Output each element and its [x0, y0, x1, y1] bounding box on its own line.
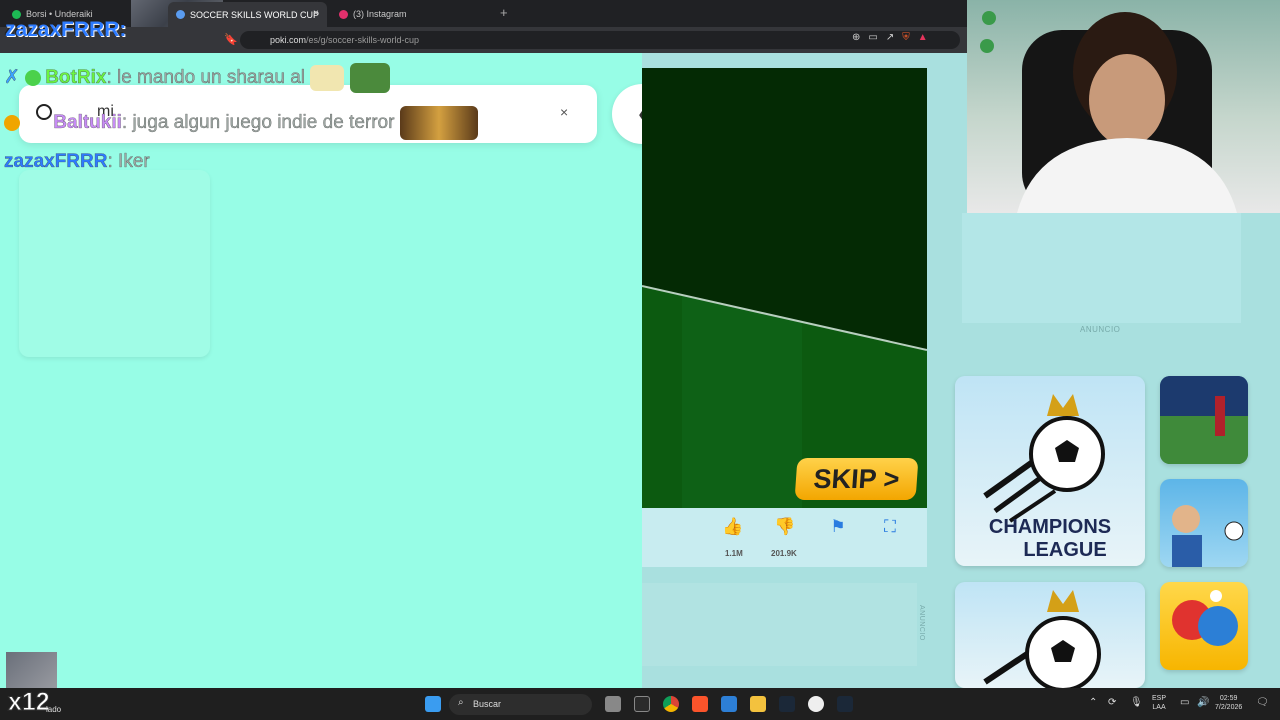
soccer-ball-icon-2 [983, 590, 1101, 688]
clock[interactable]: 02:59 7/2/2026 [1215, 694, 1242, 712]
brave-rewards-icon[interactable]: ▲ [918, 32, 928, 43]
game-card-placeholder[interactable] [19, 170, 210, 357]
tab-label-soccer: SOCCER SKILLS WORLD CUP [190, 9, 320, 20]
obs-icon[interactable] [808, 696, 824, 712]
chat-username: Baltukii [53, 112, 122, 134]
game-tile-penalty[interactable] [1160, 479, 1248, 567]
clock-time: 02:59 [1219, 695, 1238, 702]
chat-message-zazax: zazaxFRRR: Iker [4, 151, 150, 173]
new-tab-button[interactable]: + [500, 5, 508, 20]
streamer-silhouette [980, 11, 1237, 213]
ad-slot-bottom[interactable] [642, 583, 917, 666]
taskbar-search[interactable]: Buscar [449, 694, 592, 715]
instagram-icon [339, 9, 348, 19]
thumbs-down-icon[interactable]: 👎 [770, 517, 800, 537]
store-icon[interactable] [721, 696, 737, 712]
like-count: 1.1M [725, 549, 743, 558]
zoom-icon[interactable]: ⊕ [852, 32, 860, 43]
clock-date: 7/2/2026 [1215, 704, 1243, 711]
skip-ad-button[interactable]: SKIP > [794, 458, 919, 500]
file-explorer-icon[interactable] [750, 696, 766, 712]
volume-icon[interactable]: 🔊 [1197, 697, 1209, 708]
steam-icon[interactable] [779, 696, 795, 712]
url-path: /es/g/soccer-skills-world-cup [306, 35, 420, 45]
chat-message-baltukii: Baltukii: juga algun juego indie de terr… [4, 106, 478, 140]
sync-icon[interactable]: ⟳ [1108, 697, 1116, 708]
notifications-icon[interactable]: 🗨 [1256, 697, 1269, 708]
share-icon[interactable]: ↗ [886, 32, 894, 43]
url-host: poki.com [270, 35, 307, 45]
game-field-graphic [642, 68, 927, 508]
poki-tab-icon [176, 10, 185, 19]
webcam-feed [967, 0, 1280, 213]
chat-text: : le mando un sharau al [106, 67, 306, 89]
brave-icon[interactable] [692, 696, 708, 712]
tab-soccer-skills[interactable]: SOCCER SKILLS WORLD CUP [168, 2, 328, 27]
game-canvas[interactable] [642, 68, 927, 508]
game-tile-freekick[interactable] [1160, 376, 1248, 464]
fullscreen-icon[interactable]: ⛶ [875, 517, 905, 537]
game-tile-champions-league[interactable]: CHAMPIONS LEAGUE [955, 376, 1145, 566]
chat-message-botrix: ✗ BotRix: le mando un sharau al [4, 63, 390, 93]
tab-instagram[interactable]: (3) Instagram [339, 4, 407, 24]
brave-shield-icon[interactable]: ⛨ [902, 32, 910, 43]
frog-emote-icon [349, 63, 390, 93]
tray-chevron-icon[interactable]: ⌃ [1089, 697, 1097, 708]
game-tile-soccer-2[interactable] [955, 582, 1145, 688]
thumbs-up-icon[interactable]: 👍 [718, 517, 748, 537]
lang-line1: ESP [1152, 695, 1167, 702]
search-placeholder: Buscar [473, 699, 502, 709]
cast-icon[interactable]: ▭ [868, 32, 877, 43]
overlay-thumbnail [6, 652, 57, 692]
chat-username: BotRix [45, 67, 107, 89]
notification-close-button[interactable]: × [560, 104, 568, 120]
language-indicator[interactable]: ESP LAA [1152, 694, 1166, 712]
address-bar-row: 🔖 poki.com/es/g/soccer-skills-world-cup … [0, 27, 967, 53]
sub-badge-icon [4, 115, 20, 131]
ping-pong-icon [1172, 590, 1238, 646]
steam-icon-2[interactable] [837, 696, 853, 712]
flag-icon[interactable]: ⚑ [823, 517, 853, 537]
overlay-caption: lado [46, 705, 62, 714]
windows-start-icon[interactable] [425, 696, 441, 712]
bookmark-icon[interactable]: 🔖 [224, 33, 238, 46]
overlay-multiplier: x12 [8, 688, 51, 717]
network-icon[interactable]: ▭ [1180, 697, 1189, 708]
game-tile-ping-pong[interactable] [1160, 582, 1248, 670]
dislike-count: 201.9K [771, 549, 797, 558]
tab-close-button[interactable]: × [313, 8, 319, 19]
epic-games-icon[interactable] [634, 696, 650, 712]
tab-label-instagram: (3) Instagram [353, 9, 407, 19]
champions-title-line1: CHAMPIONS [988, 516, 1112, 538]
mod-sword-icon: ✗ [4, 67, 20, 89]
microphone-icon[interactable]: 🎙 [1130, 697, 1143, 708]
chat-username: zazaxFRRR [4, 151, 108, 172]
task-view-icon[interactable] [605, 696, 621, 712]
game-thumbnail-freekick [1160, 376, 1248, 464]
lang-line2: LAA [1152, 704, 1166, 711]
screen: × mi ‹ SKIP > 👍 1.1M 👎 201.9K ⚑ ⛶ ANUNCI… [0, 0, 1280, 720]
ad-slot-top[interactable] [962, 213, 1241, 323]
search-icon: ⌕ [458, 697, 464, 708]
ad-label-vertical: ANUNCIO [918, 605, 925, 641]
chat-top-username: zazaxFRRR: [5, 18, 127, 41]
chrome-icon[interactable] [663, 696, 679, 712]
champions-title-line2: LEAGUE [1023, 539, 1107, 561]
address-bar-actions: ⊕ ▭ ↗ ⛨ ▲ [852, 32, 928, 43]
game-thumbnail-penalty [1172, 505, 1244, 567]
verified-badge-icon [25, 70, 42, 86]
chat-text: : Iker [107, 151, 150, 172]
emote-icon [310, 65, 345, 91]
minions-emote-icon [399, 106, 478, 140]
chat-text: : juga algun juego indie de terror [121, 112, 395, 134]
ad-label: ANUNCIO [1080, 325, 1121, 334]
